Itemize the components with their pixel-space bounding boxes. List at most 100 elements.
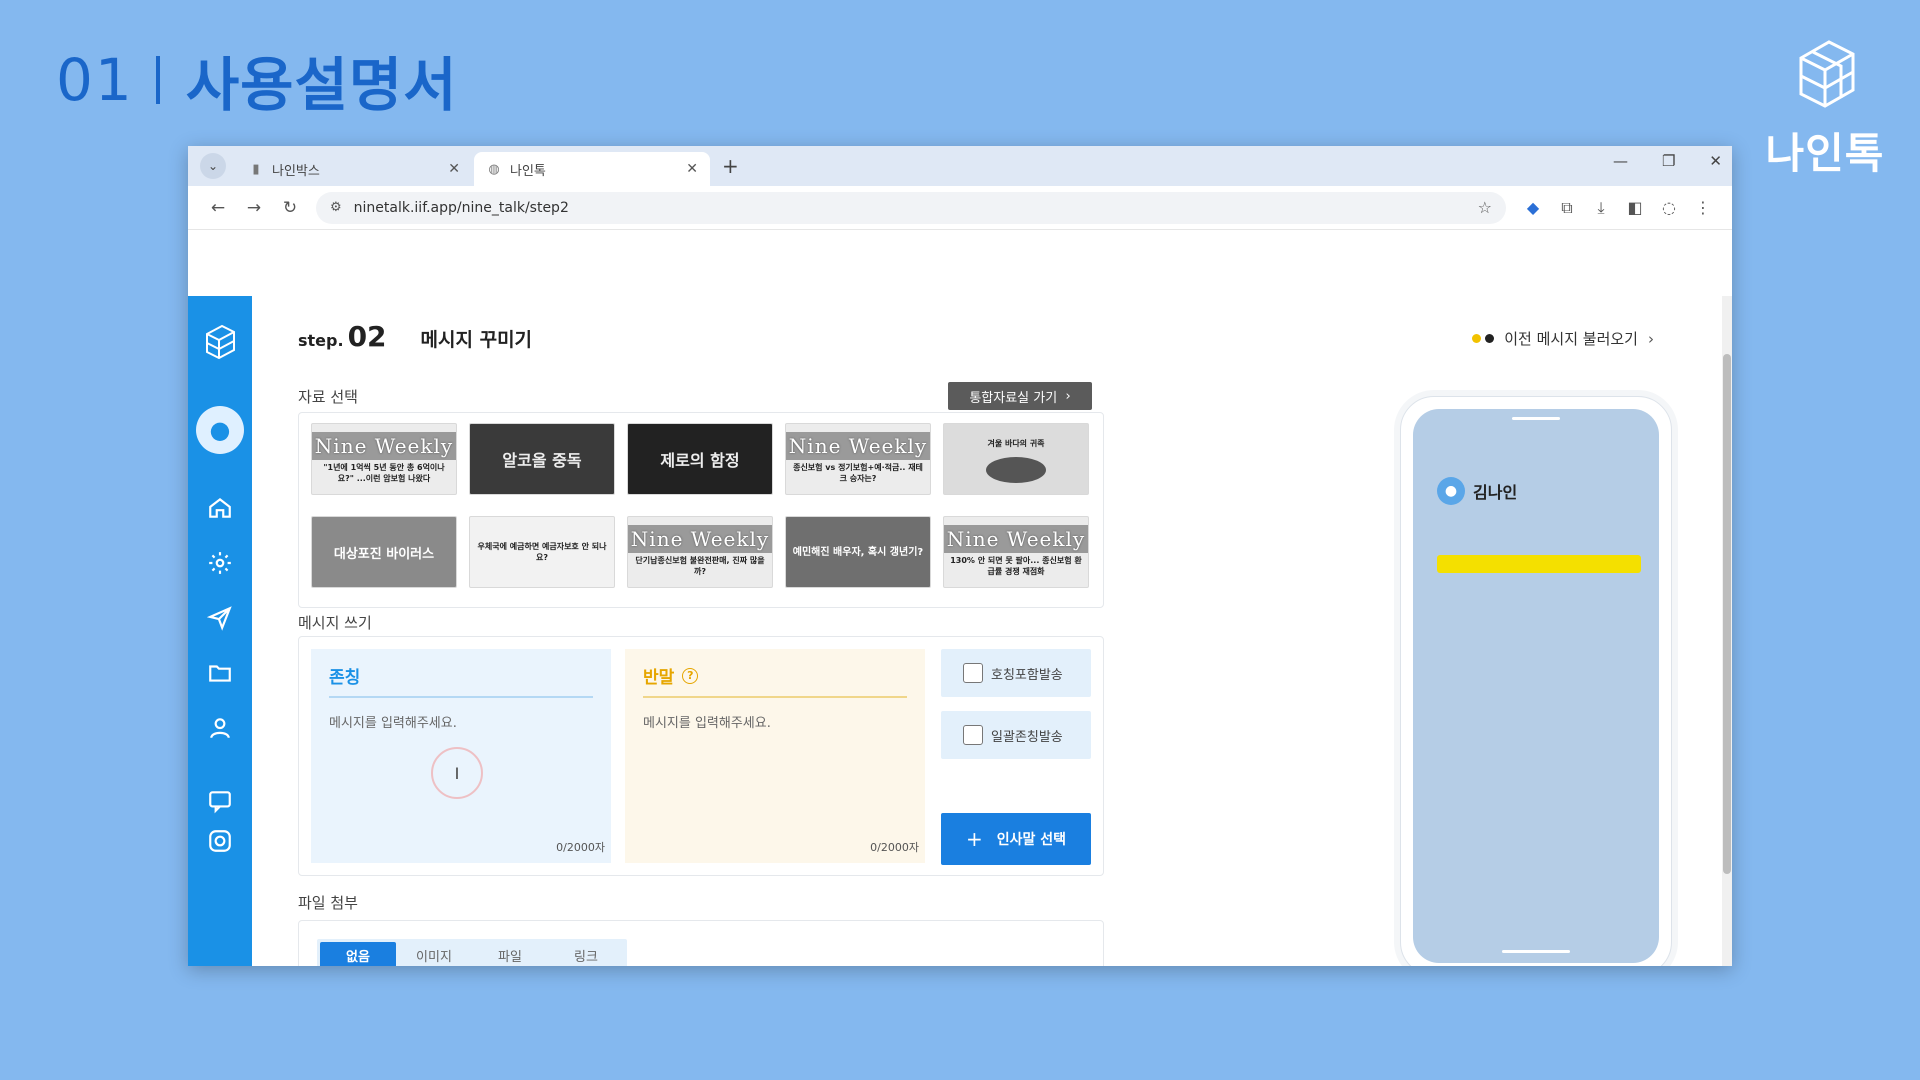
material-thumbnail[interactable]: Nine Weekly "1년에 1억씩 5년 동안 총 6억이나요?" ...이…: [311, 423, 457, 495]
load-previous-message-link[interactable]: 이전 메시지 불러오기 ›: [1472, 328, 1654, 349]
reload-icon[interactable]: ↻: [272, 198, 308, 218]
slide-divider: [155, 56, 160, 104]
side-panel-icon[interactable]: ◧: [1618, 198, 1652, 217]
page-scrollbar[interactable]: [1722, 296, 1732, 966]
site-settings-icon[interactable]: ⚙: [330, 200, 342, 215]
sidebar-item-home[interactable]: [188, 480, 252, 535]
greeting-button-label: 인사말 선택: [996, 832, 1067, 848]
bookmark-star-icon[interactable]: ☆: [1478, 198, 1492, 217]
sender-name: 김나인: [1473, 483, 1518, 502]
formal-char-counter: 0/2000자: [556, 841, 605, 854]
home-icon: [209, 497, 231, 518]
close-tab-icon[interactable]: ✕: [448, 161, 460, 177]
cube-logo-icon: [1799, 40, 1855, 108]
thumb-title: Nine Weekly: [788, 434, 928, 458]
back-icon[interactable]: ←: [200, 198, 236, 218]
attach-link-tab[interactable]: 링크: [548, 942, 624, 966]
formal-message-input[interactable]: 메시지를 입력해주세요.: [329, 712, 593, 731]
bowl-illustration: [986, 456, 1046, 483]
new-tab-icon[interactable]: +: [722, 154, 739, 178]
restore-icon[interactable]: ❐: [1662, 152, 1675, 170]
bulk-formal-option[interactable]: 일괄존칭발송: [941, 711, 1091, 759]
goto-library-button[interactable]: 통합자료실 가기 ›: [948, 382, 1092, 410]
casual-message-box[interactable]: 반말? 메시지를 입력해주세요. 0/2000자: [625, 649, 925, 863]
thumb-title: Nine Weekly: [314, 434, 454, 458]
brand-name: 나인톡: [1765, 129, 1885, 178]
black-dot-icon: [1485, 334, 1495, 343]
close-window-icon[interactable]: ✕: [1709, 152, 1722, 170]
brand-logo: 나인톡: [1760, 34, 1890, 181]
paper-plane-icon: [207, 605, 232, 631]
extensions-puzzle-icon[interactable]: ⧉: [1550, 198, 1584, 218]
message-panel: 존칭 메시지를 입력해주세요. I 0/2000자 반말? 메시지를 입력해주세…: [298, 636, 1104, 876]
casual-char-counter: 0/2000자: [870, 841, 919, 854]
thumb-subtitle: 종신보험 vs 정기보험+예·적금.. 재테크 승자는?: [793, 463, 923, 483]
help-icon[interactable]: ?: [682, 667, 699, 684]
preview-sender: ● 김나인: [1437, 477, 1517, 505]
tab-search-button[interactable]: ⌄: [200, 153, 226, 179]
sidebar-item-send[interactable]: [188, 590, 252, 645]
attach-file-tab[interactable]: 파일: [472, 942, 548, 966]
cube-logo-icon[interactable]: [202, 322, 238, 362]
attach-none-tab[interactable]: 없음: [320, 942, 396, 966]
avatar[interactable]: ●: [196, 406, 244, 454]
chat-icon: [209, 791, 231, 814]
sidebar-item-camera[interactable]: [188, 821, 252, 861]
select-greeting-button[interactable]: + 인사말 선택: [941, 813, 1091, 865]
attach-image-tab[interactable]: 이미지: [396, 942, 472, 966]
material-thumbnail[interactable]: Nine Weekly 단기납종신보험 불완전판매, 진짜 많을까?: [627, 516, 773, 588]
thumb-subtitle: 겨울 바다의 귀족: [987, 438, 1045, 448]
thumb-subtitle: 130% 안 되면 못 팔아... 종신보험 환급률 경쟁 재점화: [950, 556, 1082, 576]
extension-tag-icon[interactable]: ◆: [1516, 198, 1550, 217]
profile-icon[interactable]: ◌: [1652, 198, 1686, 217]
material-thumbnail[interactable]: Nine Weekly 130% 안 되면 못 팔아... 종신보험 환급률 경쟁…: [943, 516, 1089, 588]
material-grid: Nine Weekly "1년에 1억씩 5년 동안 총 6억이나요?" ...이…: [298, 412, 1104, 608]
material-thumbnail[interactable]: 우체국에 예금하면 예금자보호 안 되나요?: [469, 516, 615, 588]
page-content: ● step. 02 메시지 꾸미기 이전 메시지 불러오기 › 자료 선택 통…: [188, 268, 1732, 966]
sidebar-item-chat[interactable]: [188, 781, 252, 821]
thumb-title: 대상포진 바이러스: [333, 546, 435, 562]
sidebar-item-settings[interactable]: [188, 535, 252, 590]
folder-icon: [209, 664, 231, 682]
tab-ninetalk[interactable]: ◍ 나인톡 ✕: [474, 152, 710, 186]
bulk-formal-checkbox[interactable]: [963, 725, 983, 745]
include-title-checkbox[interactable]: [963, 663, 983, 683]
thumb-subtitle: "1년에 1억씩 5년 동안 총 6억이나요?" ...이런 암보험 나왔다: [323, 463, 445, 483]
thumb-title: Nine Weekly: [630, 527, 770, 551]
minimize-icon[interactable]: —: [1613, 152, 1628, 170]
menu-kebab-icon[interactable]: ⋮: [1686, 198, 1720, 217]
tab-ninebox[interactable]: ▮ 나인박스 ✕: [236, 152, 472, 186]
material-thumbnail[interactable]: 제로의 함정: [627, 423, 773, 495]
material-thumbnail[interactable]: 겨울 바다의 귀족: [943, 423, 1089, 495]
tab-label: 나인박스: [272, 163, 320, 179]
include-title-option[interactable]: 호칭포함발송: [941, 649, 1091, 697]
material-thumbnail[interactable]: 대상포진 바이러스: [311, 516, 457, 588]
top-strip: [188, 268, 1732, 296]
casual-message-input[interactable]: 메시지를 입력해주세요.: [643, 712, 907, 731]
scrollbar-thumb[interactable]: [1723, 354, 1731, 874]
preview-message-bubble: [1437, 555, 1641, 573]
slide-title: 01 사용설명서: [56, 44, 458, 119]
materials-label: 자료 선택: [298, 388, 358, 406]
formal-message-box[interactable]: 존칭 메시지를 입력해주세요. I 0/2000자: [311, 649, 611, 863]
sidebar-item-user[interactable]: [188, 700, 252, 755]
sidebar-item-files[interactable]: [188, 645, 252, 700]
url-bar[interactable]: ⚙ ninetalk.iif.app/nine_talk/step2 ☆: [316, 191, 1506, 224]
download-icon[interactable]: ⤓: [1584, 198, 1618, 218]
tab-bar: ⌄ ▮ 나인박스 ✕ ◍ 나인톡 ✕ + — ❐ ✕: [188, 146, 1732, 186]
option-label: 호칭포함발송: [991, 667, 1063, 683]
tab-favicon-icon: ▮: [252, 161, 260, 177]
chevron-right-icon: ›: [1065, 388, 1071, 404]
phone-home-indicator: [1502, 950, 1570, 953]
write-label: 메시지 쓰기: [298, 614, 372, 632]
forward-icon[interactable]: →: [236, 198, 272, 218]
url-text[interactable]: ninetalk.iif.app/nine_talk/step2: [354, 200, 1478, 216]
material-thumbnail[interactable]: 예민해진 배우자, 혹시 갱년기?: [785, 516, 931, 588]
close-tab-icon[interactable]: ✕: [686, 161, 698, 177]
material-thumbnail[interactable]: Nine Weekly 종신보험 vs 정기보험+예·적금.. 재테크 승자는?: [785, 423, 931, 495]
window-controls: — ❐ ✕: [1613, 152, 1722, 170]
user-icon: [210, 717, 230, 738]
thumb-title: Nine Weekly: [946, 527, 1086, 551]
main-panel: step. 02 메시지 꾸미기 이전 메시지 불러오기 › 자료 선택 통합자…: [252, 296, 1722, 966]
material-thumbnail[interactable]: 알코올 중독: [469, 423, 615, 495]
